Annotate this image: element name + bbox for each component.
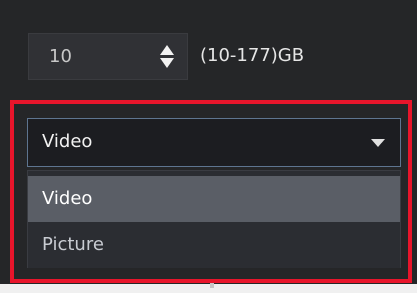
arrow-down-icon[interactable] (160, 58, 174, 68)
up-down-arrows-icon[interactable] (160, 45, 174, 69)
bottom-marker (210, 283, 214, 288)
storage-size-stepper[interactable]: 10 (28, 33, 188, 80)
storage-range-label: (10-177)GB (200, 45, 305, 66)
media-type-select[interactable]: Video (27, 118, 401, 167)
arrow-up-icon[interactable] (160, 45, 174, 55)
page-bottom-strip (0, 284, 417, 293)
dropdown-option-label: Picture (42, 234, 104, 255)
storage-size-value[interactable]: 10 (49, 46, 72, 68)
dropdown-option-label: Video (42, 188, 93, 209)
media-type-dropdown-list: Video Picture (27, 170, 401, 268)
caret-down-icon[interactable] (371, 139, 385, 147)
dropdown-option-video[interactable]: Video (28, 176, 400, 222)
media-type-selected-value: Video (42, 131, 93, 152)
dropdown-option-picture[interactable]: Picture (28, 222, 400, 268)
